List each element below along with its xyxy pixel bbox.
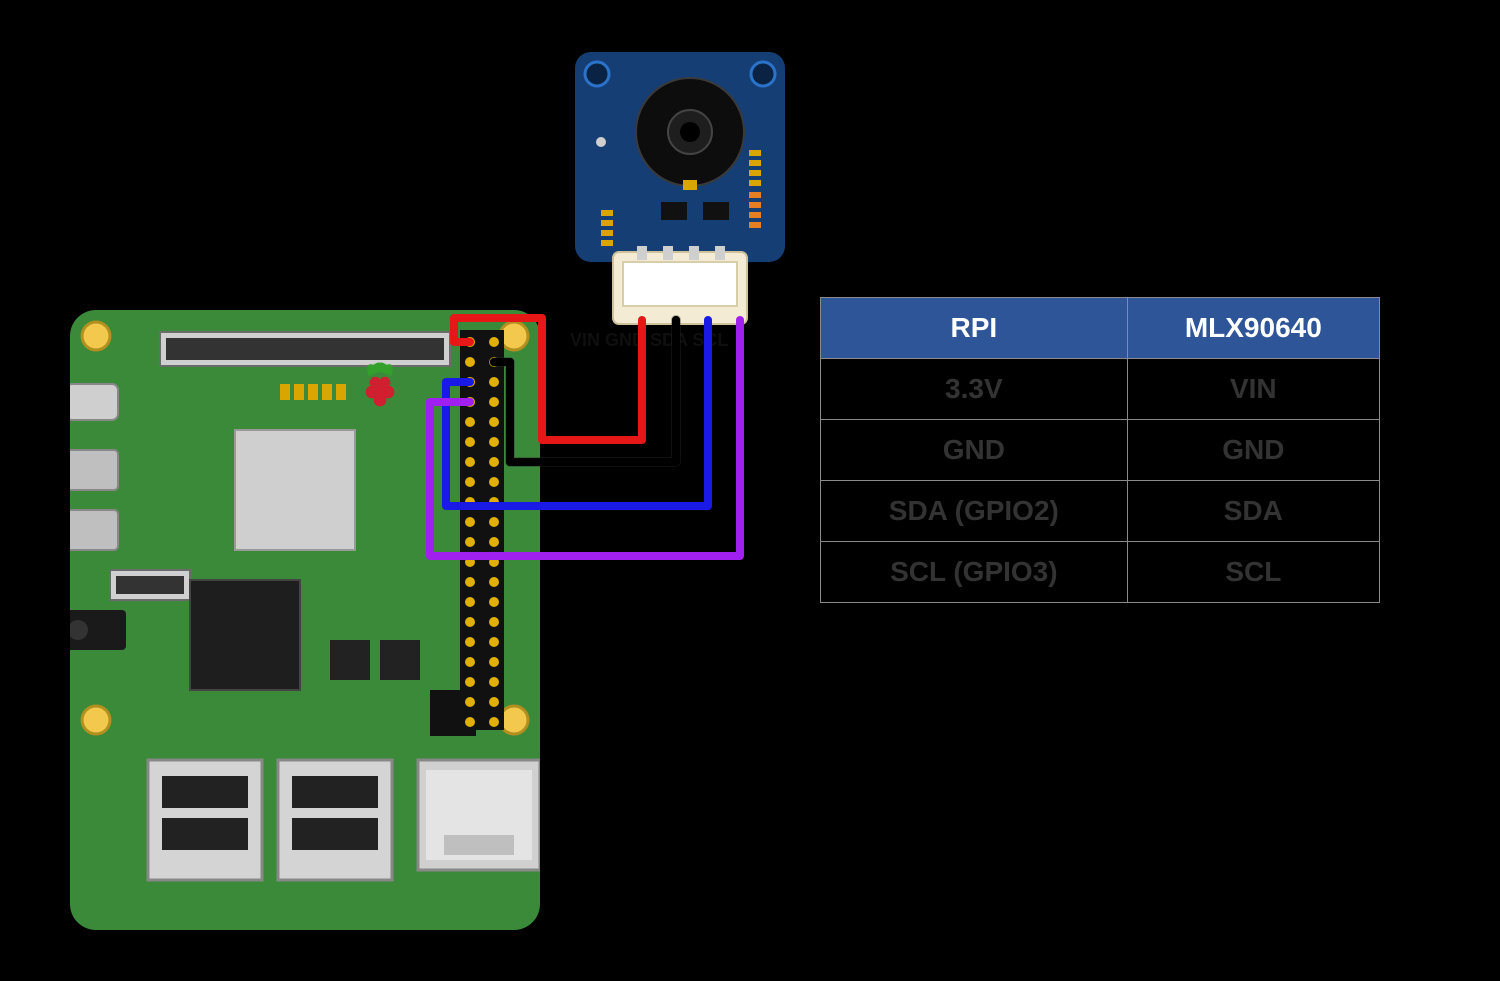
raspberry-pi-board <box>70 310 540 930</box>
pin-mapping-table: RPI MLX90640 3.3V VIN GND GND SDA (GPIO2… <box>820 297 1380 603</box>
cell-rpi: SDA (GPIO2) <box>821 481 1128 542</box>
cell-rpi: SCL (GPIO3) <box>821 542 1128 603</box>
cell-mlx: GND <box>1127 420 1379 481</box>
sensor-pin-labels: VIN GND SDA SCL <box>570 330 728 351</box>
table-row: SDA (GPIO2) SDA <box>821 481 1380 542</box>
cell-mlx: VIN <box>1127 359 1379 420</box>
cell-rpi: 3.3V <box>821 359 1128 420</box>
table-row: 3.3V VIN <box>821 359 1380 420</box>
table-row: SCL (GPIO3) SCL <box>821 542 1380 603</box>
table-row: GND GND <box>821 420 1380 481</box>
table-header-mlx: MLX90640 <box>1127 298 1379 359</box>
cell-mlx: SDA <box>1127 481 1379 542</box>
gpio-header <box>460 330 504 730</box>
mlx90640-module <box>575 52 785 328</box>
wiring-diagram: VIN GND SDA SCL RPI MLX90640 3.3V VIN <box>0 0 1500 981</box>
cell-mlx: SCL <box>1127 542 1379 603</box>
cell-rpi: GND <box>821 420 1128 481</box>
table-header-rpi: RPI <box>821 298 1128 359</box>
